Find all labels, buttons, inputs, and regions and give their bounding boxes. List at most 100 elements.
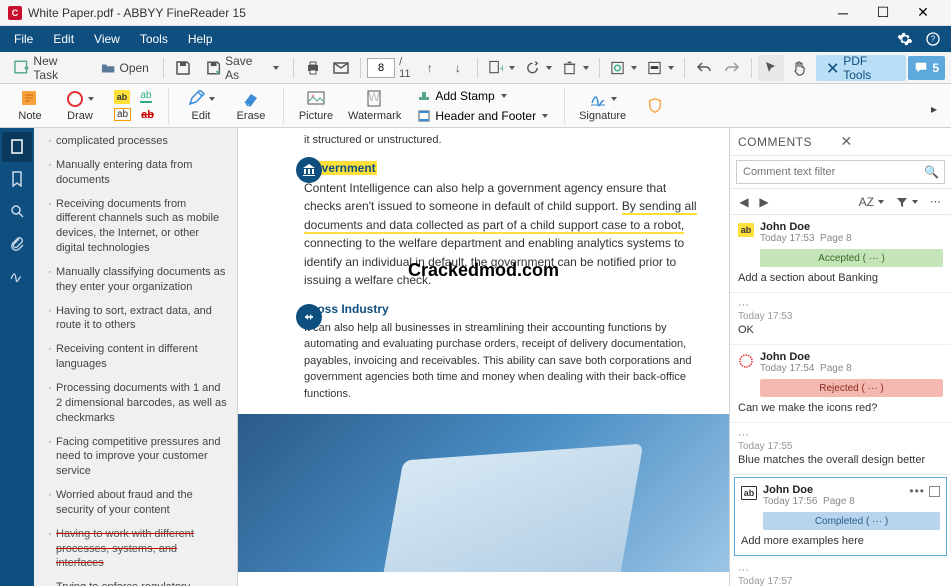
email-button[interactable] (328, 55, 354, 81)
rail-signatures-icon[interactable] (2, 260, 32, 290)
comment-checkbox[interactable] (929, 486, 940, 497)
menu-view[interactable]: View (84, 26, 130, 52)
edit-tool[interactable]: Edit (179, 87, 223, 124)
redact-button[interactable] (643, 55, 678, 81)
reply-time: Today 17:53 (738, 311, 943, 322)
window-title: White Paper.pdf - ABBYY FineReader 15 (28, 6, 823, 20)
rail-search-icon[interactable] (2, 196, 32, 226)
undo-button[interactable] (691, 55, 717, 81)
close-button[interactable]: ✕ (903, 0, 943, 26)
minimize-button[interactable]: ─ (823, 0, 863, 26)
settings-gear-icon[interactable] (891, 26, 919, 52)
comment-reply[interactable]: ···Today 17:53OK (730, 293, 951, 345)
shield-icon[interactable] (642, 93, 668, 119)
prev-comment-icon[interactable]: ◀ (736, 194, 752, 210)
comment-time: Today 17:56 Page 8 (763, 496, 903, 507)
comment-author: John Doe (763, 484, 903, 496)
rail-attachments-icon[interactable] (2, 228, 32, 258)
nav-item[interactable]: Processing documents with 1 and 2 dimens… (48, 381, 227, 426)
chevron-down-icon (583, 66, 589, 70)
sort-button[interactable]: AZ (855, 193, 888, 211)
comment-filter-input[interactable] (743, 166, 924, 178)
delete-page-button[interactable] (558, 55, 593, 81)
next-comment-icon[interactable]: ▶ (756, 194, 772, 210)
left-rail (0, 128, 34, 586)
redo-button[interactable] (719, 55, 745, 81)
filter-button[interactable] (892, 194, 922, 210)
save-as-button[interactable]: Save As (198, 55, 287, 81)
page-up-button[interactable]: ↑ (417, 55, 443, 81)
pointer-tool[interactable] (758, 55, 784, 81)
comment-more-icon[interactable]: ••• (909, 484, 925, 498)
signature-tool[interactable]: Signature (575, 87, 630, 124)
draw-tool[interactable]: Draw (58, 87, 102, 124)
comment-text: Can we make the icons red? (738, 402, 943, 414)
reply-author: ··· (738, 564, 943, 576)
comment-reply[interactable]: ···Today 17:55Blue matches the overall d… (730, 423, 951, 475)
comment-item[interactable]: abJohn DoeToday 17:53 Page 8Accepted ( ·… (730, 215, 951, 293)
nav-item[interactable]: Worried about fraud and the security of … (48, 488, 227, 518)
comment-item[interactable]: abJohn DoeToday 17:56 Page 8•••Completed… (734, 477, 947, 556)
chevron-down-icon (501, 94, 507, 98)
menu-help[interactable]: Help (178, 26, 223, 52)
menu-file[interactable]: File (4, 26, 43, 52)
pdf-tools-button[interactable]: PDF Tools (816, 55, 907, 81)
nav-item[interactable]: Facing competitive pressures and need to… (48, 435, 227, 480)
chevron-down-icon (273, 66, 279, 70)
nav-item[interactable]: complicated processes (48, 134, 227, 149)
note-tool[interactable]: Note (8, 87, 52, 124)
nav-item[interactable]: Receiving documents from different chann… (48, 197, 227, 256)
add-stamp-button[interactable]: Add Stamp (411, 87, 554, 105)
more-options-icon[interactable]: ⋯ (926, 193, 945, 210)
add-page-button[interactable]: + (484, 55, 519, 81)
app-logo-icon: C (8, 6, 22, 20)
save-button[interactable] (170, 55, 196, 81)
new-task-button[interactable]: New Task (6, 55, 91, 81)
document-viewport[interactable]: it structured or unstructured. Governmen… (238, 128, 729, 586)
menu-edit[interactable]: Edit (43, 26, 84, 52)
collapse-ribbon-icon[interactable]: ▸ (921, 96, 947, 122)
chevron-down-icon (209, 97, 215, 101)
watermark-tool[interactable]: WWatermark (344, 87, 405, 124)
comment-reply[interactable]: ···Today 17:57 (730, 558, 951, 586)
toolbar: New Task Open Save As / 11 ↑ ↓ + PDF Too… (0, 52, 951, 84)
comment-status: Rejected ( ··· ) (760, 379, 943, 397)
search-icon[interactable]: 🔍 (924, 165, 938, 179)
underline-tool[interactable]: ab (136, 88, 156, 106)
picture-tool[interactable]: Picture (294, 87, 338, 124)
svg-text:W: W (368, 90, 380, 104)
reply-author: ··· (738, 299, 943, 311)
maximize-button[interactable]: ☐ (863, 0, 903, 26)
page-current-input[interactable] (367, 58, 395, 78)
erase-tool[interactable]: Erase (229, 87, 273, 124)
rail-pages-icon[interactable] (2, 132, 32, 162)
textbox-tool[interactable]: ab (110, 106, 135, 124)
strikeout-tool[interactable]: ab (137, 106, 158, 124)
rail-bookmarks-icon[interactable] (2, 164, 32, 194)
page-down-button[interactable]: ↓ (445, 55, 471, 81)
hand-tool[interactable] (786, 55, 812, 81)
comments-count-button[interactable]: 5 (908, 56, 945, 80)
nav-item[interactable]: Manually classifying documents as they e… (48, 265, 227, 295)
nav-item[interactable]: Manually entering data from documents (48, 158, 227, 188)
ribbon: Note Draw ab ab ab ab Edit Erase Picture… (0, 84, 951, 128)
nav-item[interactable]: Having to sort, extract data, and route … (48, 304, 227, 334)
comment-time: Today 17:54 Page 8 (760, 363, 943, 374)
menu-tools[interactable]: Tools (130, 26, 178, 52)
print-button[interactable] (300, 55, 326, 81)
open-button[interactable]: Open (93, 55, 157, 81)
ocr-button[interactable] (606, 55, 641, 81)
highlight-tool[interactable]: ab (110, 88, 134, 106)
nav-item[interactable]: Trying to enforce regulatory compliance (48, 580, 227, 586)
close-panel-icon[interactable]: ✕ (841, 133, 944, 150)
svg-text:?: ? (931, 35, 936, 44)
nav-item[interactable]: Receiving content in different languages (48, 342, 227, 372)
comment-author: John Doe (760, 221, 943, 233)
header-footer-button[interactable]: Header and Footer (411, 107, 554, 125)
nav-item[interactable]: Having to work with different processes,… (48, 527, 227, 572)
rotate-button[interactable] (521, 55, 556, 81)
help-icon[interactable]: ? (919, 26, 947, 52)
comment-text: Add more examples here (741, 535, 940, 547)
comment-item[interactable]: John DoeToday 17:54 Page 8Rejected ( ···… (730, 345, 951, 423)
chevron-down-icon (509, 66, 515, 70)
